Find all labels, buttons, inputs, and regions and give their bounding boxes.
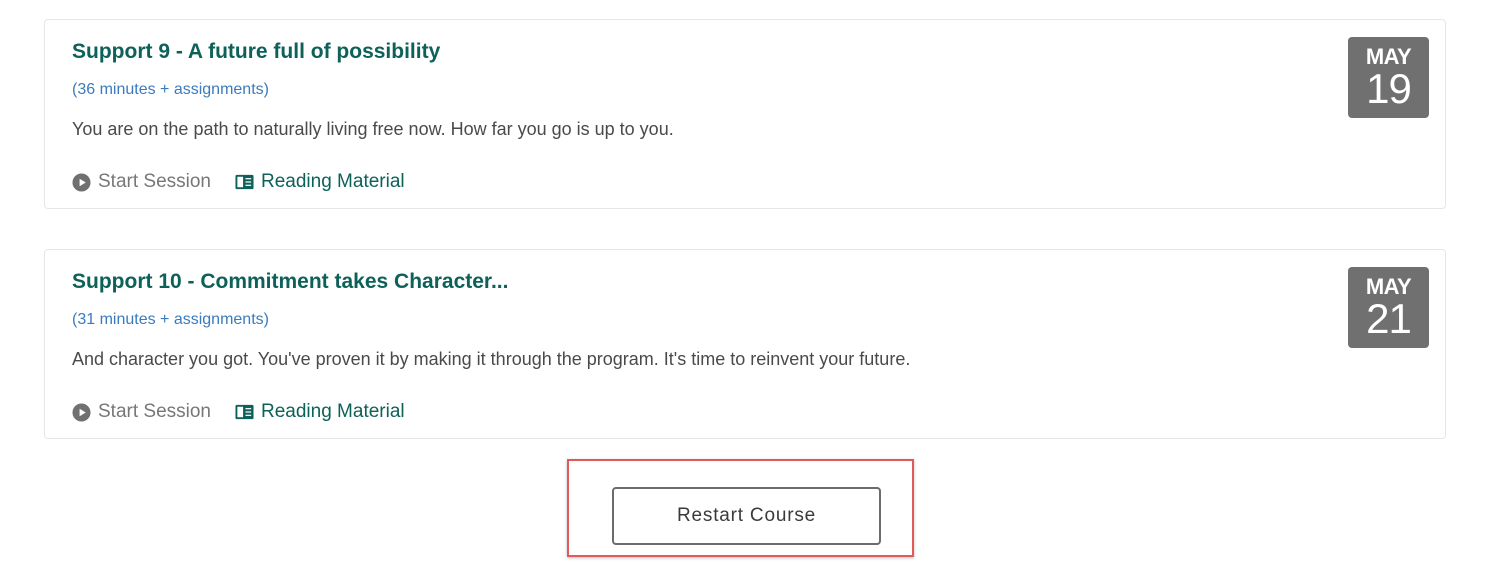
date-day: 21 <box>1366 295 1412 342</box>
start-session-label: Start Session <box>98 171 211 192</box>
book-icon <box>235 174 254 190</box>
date-day: 19 <box>1366 65 1412 112</box>
restart-highlight-frame: Restart Course <box>567 459 914 557</box>
start-session-link[interactable]: Start Session <box>72 401 211 423</box>
session-title[interactable]: Support 10 - Commitment takes Character.… <box>72 270 508 294</box>
restart-course-button[interactable]: Restart Course <box>612 487 881 545</box>
session-actions: Start Session Reading Material <box>72 401 405 423</box>
start-session-link[interactable]: Start Session <box>72 171 211 193</box>
session-duration: (31 minutes + assignments) <box>72 311 269 328</box>
session-duration: (36 minutes + assignments) <box>72 81 269 98</box>
reading-material-label: Reading Material <box>261 401 405 422</box>
session-card-support-9: Support 9 - A future full of possibility… <box>44 19 1446 209</box>
session-description: You are on the path to naturally living … <box>72 119 674 139</box>
play-circle-icon <box>72 172 91 192</box>
session-actions: Start Session Reading Material <box>72 171 405 193</box>
date-badge: MAY 21 <box>1348 267 1429 348</box>
reading-material-link[interactable]: Reading Material <box>235 401 405 423</box>
start-session-label: Start Session <box>98 401 211 422</box>
date-badge: MAY 19 <box>1348 37 1429 118</box>
book-icon <box>235 404 254 420</box>
play-circle-icon <box>72 402 91 422</box>
reading-material-label: Reading Material <box>261 171 405 192</box>
reading-material-link[interactable]: Reading Material <box>235 171 405 193</box>
session-title[interactable]: Support 9 - A future full of possibility <box>72 40 440 64</box>
session-card-support-10: Support 10 - Commitment takes Character.… <box>44 249 1446 439</box>
session-description: And character you got. You've proven it … <box>72 349 911 369</box>
